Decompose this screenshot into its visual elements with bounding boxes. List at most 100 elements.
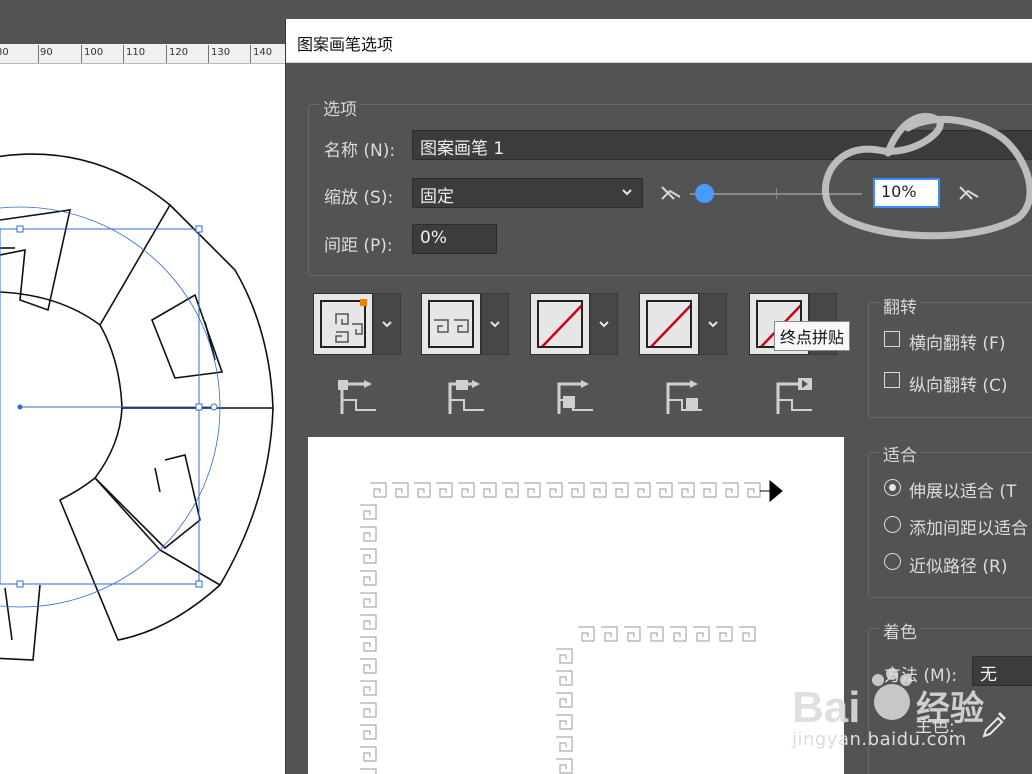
ruler-tick-label: 140 xyxy=(253,47,273,58)
fit-group-title: 适合 xyxy=(880,441,920,466)
outer-corner-tile-icon xyxy=(448,380,484,414)
greek-key-motif xyxy=(360,614,377,630)
greek-key-icon xyxy=(335,313,363,343)
inner-corner-tile-menu-button[interactable] xyxy=(590,293,618,355)
stretch-to-fit-label: 伸展以适合 (T xyxy=(909,482,1017,502)
artboard-canvas[interactable] xyxy=(0,64,286,774)
ruler-tick xyxy=(250,45,251,63)
scale-slider-thumb[interactable] xyxy=(694,184,714,203)
flip-vertical-checkbox[interactable] xyxy=(884,372,900,388)
greek-key-motif xyxy=(556,714,573,730)
side-tile-menu-button[interactable] xyxy=(373,293,401,355)
dialog-title: 图案画笔选项 xyxy=(297,35,394,54)
greek-key-motif xyxy=(624,626,641,642)
no-tile-icon xyxy=(650,304,690,346)
greek-key-motif xyxy=(360,592,377,608)
annotation-circle-mark xyxy=(821,112,1032,240)
greek-key-motif xyxy=(360,658,377,674)
start-tile[interactable] xyxy=(639,293,699,355)
chevron-down-icon xyxy=(599,321,609,328)
greek-key-motif xyxy=(693,626,710,642)
add-space-radio[interactable] xyxy=(884,516,901,533)
greek-key-motif xyxy=(744,482,761,498)
greek-key-motif xyxy=(360,746,377,762)
greek-key-motif xyxy=(436,482,453,498)
ruler-tick xyxy=(81,45,82,63)
name-label: 名称 (N): xyxy=(324,141,396,161)
greek-key-motif xyxy=(556,692,573,708)
pattern-preview xyxy=(360,479,783,774)
greek-key-motif xyxy=(612,482,629,498)
start-tile-menu-button[interactable] xyxy=(699,293,727,355)
ruler-tick xyxy=(38,45,39,63)
greek-key-motif xyxy=(700,482,717,498)
no-tile-icon xyxy=(541,304,581,346)
end-tile-icon xyxy=(776,378,812,414)
scale-slider-midtick xyxy=(776,188,777,199)
brush-preview-pane xyxy=(308,437,844,774)
greek-key-motif xyxy=(716,626,733,642)
watermark-url: jingyan.baidu.com xyxy=(792,729,967,750)
approximate-path-label: 近似路径 (R) xyxy=(909,557,1008,577)
flip-group xyxy=(868,302,1032,418)
scale-label: 缩放 (S): xyxy=(324,188,394,208)
ruler-tick-label: 80 xyxy=(0,47,9,58)
greek-key-motif xyxy=(556,670,573,686)
scale-dropdown-value: 固定 xyxy=(420,187,454,207)
greek-key-motif xyxy=(360,570,377,586)
ruler-tick xyxy=(123,45,124,63)
greek-key-motif xyxy=(656,482,673,498)
greek-key-motif xyxy=(678,482,695,498)
greek-key-motif xyxy=(480,482,497,498)
method-dropdown[interactable]: 无 xyxy=(972,656,1032,686)
eyedropper-icon[interactable] xyxy=(980,710,1008,740)
outer-corner-tile-menu-button[interactable] xyxy=(481,293,509,355)
add-space-label: 添加间距以适合 xyxy=(909,519,1028,539)
dialog-titlebar[interactable]: 图案画笔选项 xyxy=(286,19,1032,63)
options-group-title: 选项 xyxy=(320,95,360,120)
greek-key-motif xyxy=(670,626,687,642)
flip-horizontal-label: 横向翻转 (F) xyxy=(909,334,1006,354)
spacing-label: 间距 (P): xyxy=(324,236,393,256)
greek-key-motif xyxy=(601,626,618,642)
inner-corner-tile[interactable] xyxy=(530,293,590,355)
greek-key-motif xyxy=(556,758,573,774)
greek-key-motif xyxy=(568,482,585,498)
inner-corner-tile-icon xyxy=(557,380,593,414)
greek-key-motif xyxy=(360,636,377,652)
circular-artwork[interactable] xyxy=(0,64,286,774)
side-tile-icon xyxy=(338,380,376,414)
side-tile[interactable] xyxy=(313,293,373,355)
greek-key-motif xyxy=(556,648,573,664)
flip-group-title: 翻转 xyxy=(880,293,920,318)
outer-corner-tile[interactable] xyxy=(421,293,481,355)
greek-key-motif xyxy=(370,482,387,498)
approximate-path-radio[interactable] xyxy=(884,553,901,570)
end-tile-tooltip: 终点拼贴 xyxy=(774,321,851,351)
start-tile-none xyxy=(646,300,692,348)
greek-key-motif xyxy=(502,482,519,498)
greek-key-motif xyxy=(556,736,573,752)
ruler-tick-label: 120 xyxy=(169,47,189,58)
path-direction-arrow-icon xyxy=(760,479,783,503)
ruler-tick-label: 100 xyxy=(84,47,104,58)
greek-key-icon xyxy=(434,319,469,333)
greek-key-motif xyxy=(360,526,377,542)
stretch-to-fit-radio[interactable] xyxy=(884,479,901,496)
greek-key-motif xyxy=(360,702,377,718)
ruler-tick-label: 130 xyxy=(211,47,231,58)
flip-horizontal-checkbox[interactable] xyxy=(884,331,900,347)
greek-key-motif xyxy=(458,482,475,498)
greek-key-motif xyxy=(360,724,377,740)
colorization-group xyxy=(868,628,1032,774)
scale-dropdown[interactable]: 固定 xyxy=(412,178,643,208)
greek-key-motif xyxy=(722,482,739,498)
horizontal-ruler[interactable]: 80 90 100 110 120 130 140 xyxy=(0,44,286,64)
greek-key-motif xyxy=(524,482,541,498)
ruler-tick-label: 110 xyxy=(126,47,146,58)
greek-key-motif xyxy=(414,482,431,498)
colorization-group-title: 着色 xyxy=(880,618,920,643)
spacing-input[interactable]: 0% xyxy=(412,224,497,254)
side-tile-pattern xyxy=(320,300,366,348)
chevron-down-icon xyxy=(382,321,392,328)
